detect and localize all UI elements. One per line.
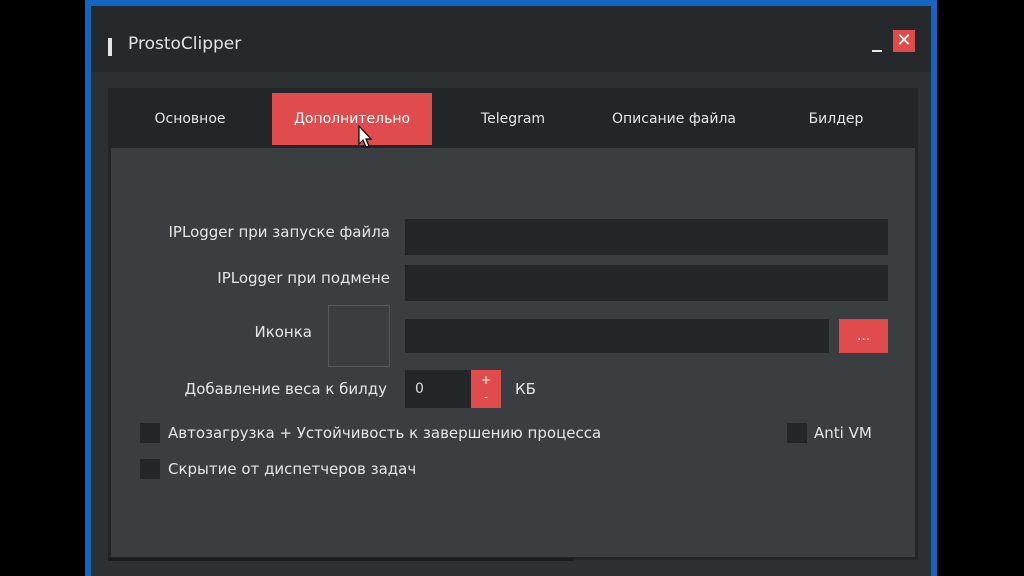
autostart-label[interactable]: Автозагрузка + Устойчивость к завершению… xyxy=(168,424,601,442)
hide-taskmgr-label[interactable]: Скрытие от диспетчеров задач xyxy=(168,460,416,478)
antivm-checkbox[interactable] xyxy=(787,423,807,443)
build-weight-label: Добавление веса к билду xyxy=(184,380,388,398)
mouse-cursor-icon xyxy=(358,125,372,148)
status-strip xyxy=(108,558,573,561)
tab-additional[interactable]: Дополнительно xyxy=(272,93,432,145)
increment-button[interactable]: + xyxy=(471,371,501,389)
iplogger-replace-label: IPLogger при подмене xyxy=(217,269,390,287)
app-window: ProstoClipper ✕ Основное Дополнительно T… xyxy=(85,0,937,576)
tab-main[interactable]: Основное xyxy=(128,93,252,145)
minimize-button[interactable] xyxy=(866,40,888,54)
icon-label: Иконка xyxy=(254,323,312,341)
tab-telegram[interactable]: Telegram xyxy=(451,93,575,145)
antivm-label[interactable]: Anti VM xyxy=(814,424,872,442)
autostart-checkbox[interactable] xyxy=(140,423,160,443)
browse-icon-button[interactable]: ... xyxy=(839,319,888,353)
build-weight-input[interactable] xyxy=(405,370,471,408)
tab-bar: Основное Дополнительно Telegram Описание… xyxy=(108,88,918,148)
app-logo-icon xyxy=(108,38,112,56)
icon-path-input[interactable] xyxy=(405,319,829,353)
settings-panel: IPLogger при запуске файла IPLogger при … xyxy=(108,148,918,560)
tab-file-description[interactable]: Описание файла xyxy=(594,93,754,145)
build-weight-stepper: + - xyxy=(471,370,501,408)
window-title: ProstoClipper xyxy=(128,34,242,54)
decrement-button[interactable]: - xyxy=(471,388,501,406)
icon-preview[interactable] xyxy=(328,305,390,367)
title-bar[interactable]: ProstoClipper ✕ xyxy=(91,6,931,72)
iplogger-replace-input[interactable] xyxy=(405,265,888,301)
iplogger-launch-label: IPLogger при запуске файла xyxy=(168,223,391,241)
build-weight-unit: КБ xyxy=(515,380,536,398)
hide-taskmgr-checkbox[interactable] xyxy=(140,459,160,479)
iplogger-launch-input[interactable] xyxy=(405,219,888,255)
close-button[interactable]: ✕ xyxy=(893,30,915,52)
tab-builder[interactable]: Билдер xyxy=(774,93,898,145)
